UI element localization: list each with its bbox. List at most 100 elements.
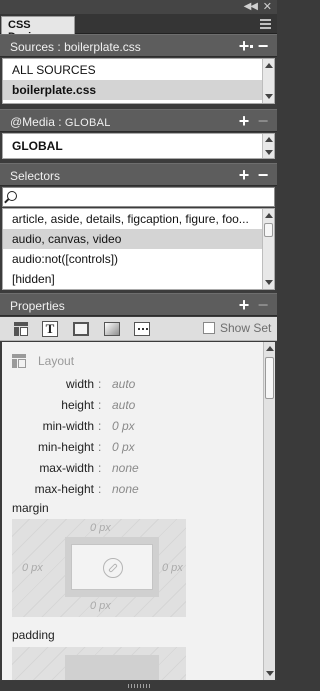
scroll-down-icon[interactable] (265, 280, 273, 285)
show-set-checkbox[interactable] (203, 322, 215, 334)
scroll-up-icon[interactable] (265, 213, 273, 218)
remove-selector-button[interactable]: − (256, 165, 270, 185)
properties-toolbar: T Show Set (0, 317, 277, 341)
media-header: @Media : GLOBAL + − (0, 109, 277, 132)
margin-label: margin (12, 501, 49, 515)
selector-item[interactable]: article, aside, details, figcaption, fig… (3, 209, 274, 229)
property-row-height[interactable]: height : auto (2, 395, 260, 416)
scroll-up-icon[interactable] (265, 63, 273, 68)
scroll-thumb[interactable] (264, 223, 273, 237)
layout-category-icon (12, 354, 26, 368)
panel-tab-bar: CSS Designer (0, 14, 277, 43)
property-value[interactable]: 0 px (112, 440, 135, 454)
margin-left-value[interactable]: 0 px (22, 562, 43, 574)
property-row-width[interactable]: width : auto (2, 374, 260, 395)
properties-header: Properties + − (0, 293, 277, 316)
remove-property-button[interactable]: − (256, 295, 270, 315)
scroll-up-icon[interactable] (266, 346, 274, 351)
property-row-min-height[interactable]: min-height : 0 px (2, 437, 260, 458)
selector-item[interactable]: [hidden] (3, 269, 274, 289)
add-selector-button[interactable]: + (237, 165, 251, 185)
property-name: width (65, 377, 94, 391)
scroll-thumb[interactable] (265, 357, 274, 399)
property-value[interactable]: none (112, 482, 139, 496)
property-value[interactable]: 0 px (112, 419, 135, 433)
selectors-title: Selectors (10, 169, 61, 183)
properties-title: Properties (10, 299, 65, 313)
layout-icon[interactable] (12, 320, 30, 338)
layout-category-label: Layout (38, 354, 75, 368)
selector-search-input[interactable] (19, 189, 269, 205)
selector-item[interactable]: audio:not([controls]) (3, 249, 274, 269)
property-row-max-width[interactable]: max-width : none (2, 458, 260, 479)
background-icon[interactable] (103, 320, 121, 338)
panel-menu-icon[interactable] (260, 19, 271, 29)
add-source-dropdown-icon (250, 45, 253, 48)
property-colon: : (98, 440, 102, 454)
margin-content-box (71, 544, 153, 590)
sources-header: Sources : boilerplate.css + − (0, 34, 277, 57)
panel-bottom-bar (0, 681, 277, 691)
padding-box-editor (12, 647, 186, 680)
source-item-all-sources[interactable]: ALL SOURCES (3, 60, 274, 80)
sources-scrollbar[interactable] (262, 59, 274, 103)
source-item-boilerplate[interactable]: boilerplate.css (3, 80, 274, 100)
margin-bottom-value[interactable]: 0 px (90, 600, 111, 612)
scroll-up-icon[interactable] (265, 137, 273, 142)
add-source-button[interactable]: + (237, 36, 251, 56)
property-colon: : (98, 398, 102, 412)
property-name: max-height (34, 482, 94, 496)
properties-body: Layout width : auto height : auto min-wi… (2, 342, 275, 680)
padding-inner-box (65, 655, 159, 680)
close-panel-icon[interactable]: ✕ (263, 0, 272, 13)
media-current: GLOBAL (64, 117, 111, 129)
property-name: min-width (42, 419, 94, 433)
media-item-global[interactable]: GLOBAL (3, 136, 274, 156)
selector-search (2, 187, 275, 207)
property-value[interactable]: none (112, 461, 139, 475)
selectors-scrollbar[interactable] (262, 209, 274, 289)
tab-css-designer[interactable]: CSS Designer (1, 16, 75, 43)
selector-item[interactable]: audio, canvas, video (3, 229, 274, 249)
margin-right-value[interactable]: 0 px (162, 562, 183, 574)
panel-top-strip: ◀◀ ✕ (0, 0, 277, 14)
margin-top-value[interactable]: 0 px (90, 522, 111, 534)
selectors-header: Selectors + − (0, 163, 277, 186)
link-icon[interactable] (103, 558, 123, 578)
property-row-min-width[interactable]: min-width : 0 px (2, 416, 260, 437)
property-name: height (61, 398, 94, 412)
property-name: min-height (37, 440, 94, 454)
sources-current: boilerplate.css (64, 40, 141, 54)
property-value[interactable]: auto (112, 398, 135, 412)
more-icon[interactable] (133, 320, 151, 338)
property-colon: : (98, 482, 102, 496)
text-icon[interactable]: T (41, 320, 59, 338)
property-colon: : (98, 419, 102, 433)
media-title: @Media (10, 115, 55, 129)
padding-label: padding (12, 628, 55, 642)
remove-source-button[interactable]: − (256, 36, 270, 56)
property-row-max-height[interactable]: max-height : none (2, 479, 260, 500)
property-colon: : (98, 461, 102, 475)
property-colon: : (98, 377, 102, 391)
properties-scrollbar[interactable] (263, 342, 275, 680)
sources-separator: : (57, 40, 61, 54)
sources-list: ALL SOURCES boilerplate.css (2, 58, 275, 104)
resize-grip-icon[interactable] (128, 684, 150, 688)
media-list: GLOBAL (2, 133, 275, 159)
property-value[interactable]: auto (112, 377, 135, 391)
border-icon[interactable] (72, 320, 90, 338)
margin-inner-box (65, 537, 159, 597)
add-property-button[interactable]: + (237, 295, 251, 315)
css-designer-panel: ◀◀ ✕ CSS Designer Sources : boilerplate.… (0, 0, 277, 691)
scroll-down-icon[interactable] (266, 671, 274, 676)
search-icon (7, 191, 17, 201)
add-media-button[interactable]: + (237, 111, 251, 131)
property-name: max-width (39, 461, 94, 475)
remove-media-button[interactable]: − (256, 111, 270, 131)
scroll-down-icon[interactable] (265, 150, 273, 155)
selectors-list: article, aside, details, figcaption, fig… (2, 208, 275, 290)
media-scrollbar[interactable] (262, 134, 274, 158)
scroll-down-icon[interactable] (265, 94, 273, 99)
collapse-panel-icon[interactable]: ◀◀ (244, 1, 258, 12)
